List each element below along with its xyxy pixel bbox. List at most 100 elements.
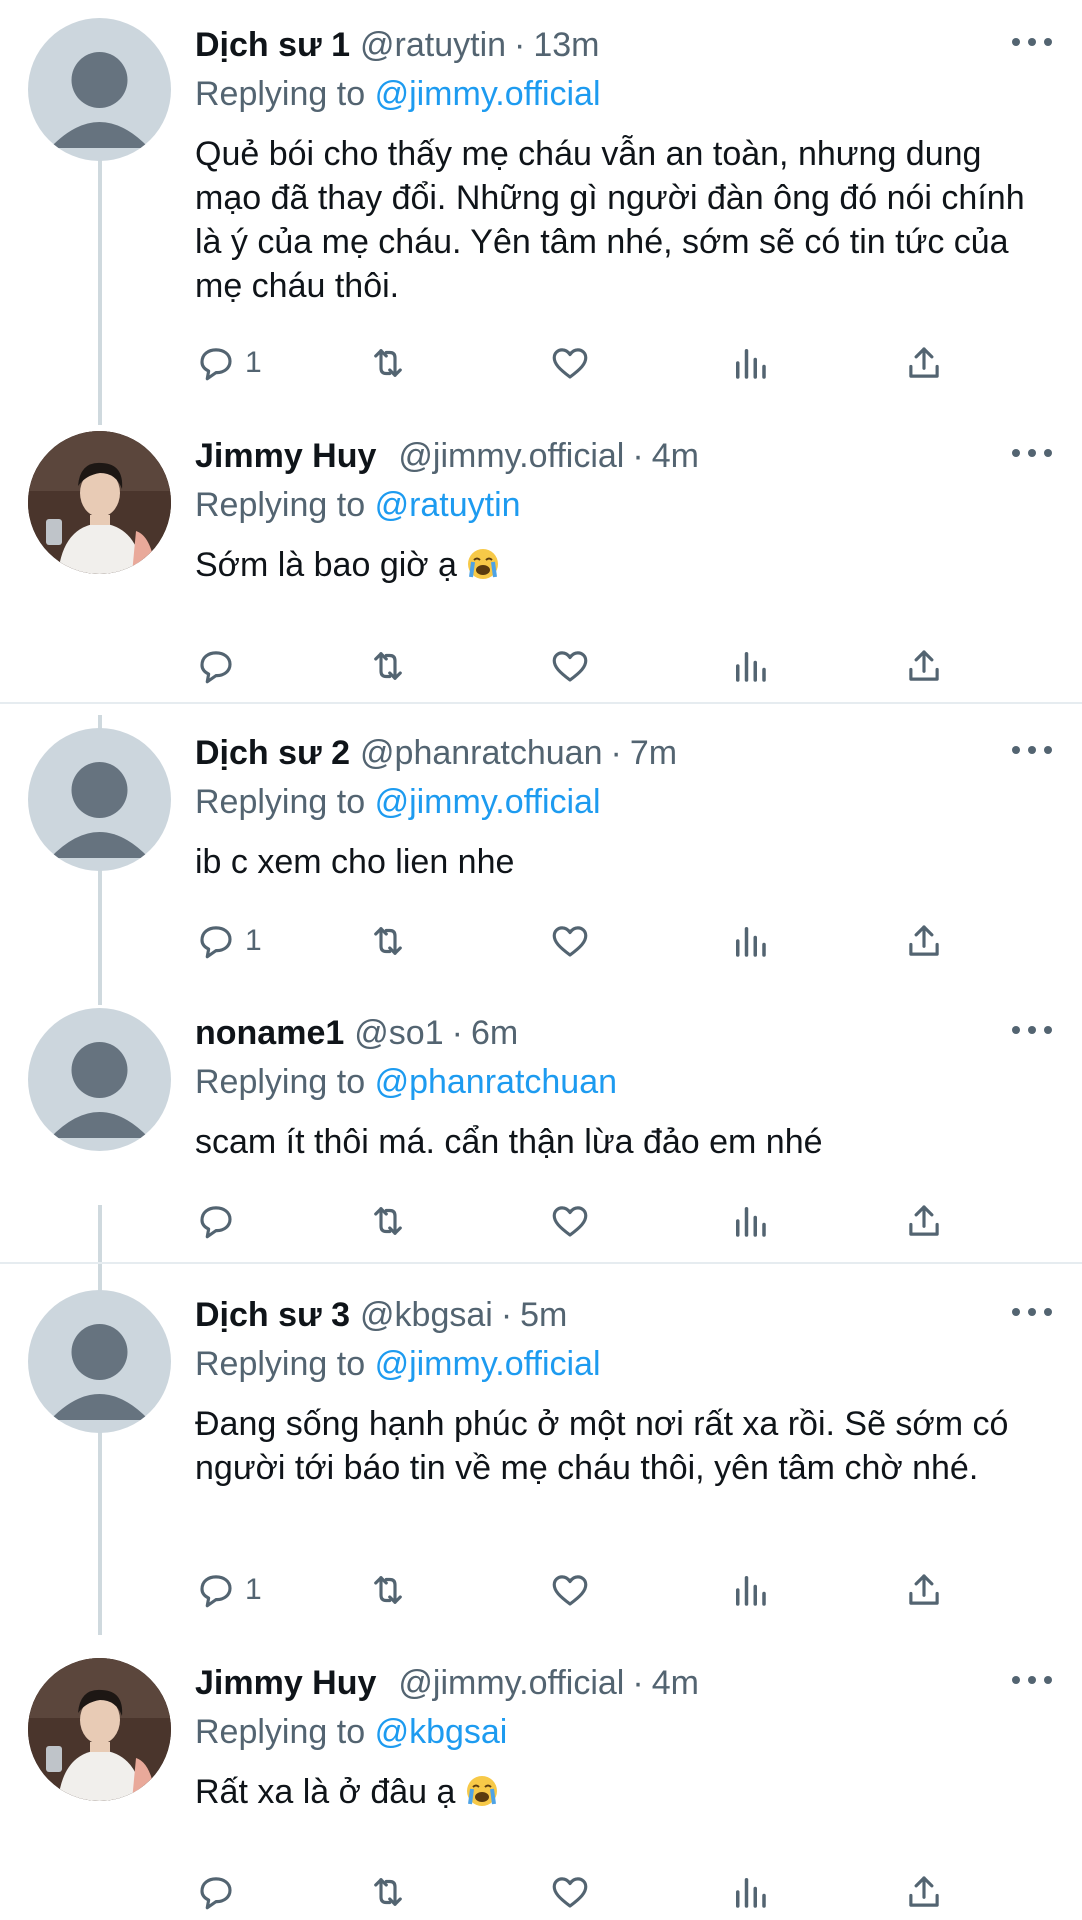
- display-name[interactable]: Dịch sư 1: [195, 26, 350, 65]
- views-button[interactable]: [729, 1565, 771, 1615]
- thread-divider: [0, 702, 1082, 704]
- more-options-icon[interactable]: [1012, 443, 1052, 463]
- action-bar: [195, 1196, 985, 1246]
- reply-button[interactable]: [195, 1867, 245, 1917]
- user-handle[interactable]: @jimmy.official: [398, 1664, 624, 1703]
- timestamp[interactable]: 4m: [652, 437, 699, 476]
- analytics-icon: [729, 1200, 771, 1242]
- replying-to: Replying to @jimmy.official: [195, 1340, 1052, 1388]
- timestamp[interactable]: 5m: [520, 1296, 567, 1335]
- reply-button[interactable]: 1: [195, 916, 262, 966]
- reply-icon: [195, 1871, 237, 1913]
- share-icon: [903, 645, 945, 687]
- avatar[interactable]: [28, 1658, 171, 1801]
- retweet-button[interactable]: [367, 641, 409, 691]
- display-name[interactable]: Dịch sư 2: [195, 734, 350, 773]
- tweet-text: Đang sống hạnh phúc ở một nơi rất xa rồi…: [195, 1405, 1009, 1487]
- mention-link[interactable]: @jimmy.official: [375, 75, 601, 113]
- retweet-button[interactable]: [367, 338, 409, 388]
- mention-link[interactable]: @jimmy.official: [375, 1345, 601, 1383]
- like-button[interactable]: [549, 916, 591, 966]
- analytics-icon: [729, 920, 771, 962]
- tweet-header: Dịch sư 1 @ratuytin · 13m: [195, 20, 1052, 70]
- heart-icon: [549, 1569, 591, 1611]
- display-name[interactable]: Dịch sư 3: [195, 1296, 350, 1335]
- share-icon: [903, 1569, 945, 1611]
- share-button[interactable]: [903, 338, 945, 388]
- avatar[interactable]: [28, 1008, 171, 1151]
- action-bar: [195, 641, 985, 691]
- display-name[interactable]: Jimmy Huy: [195, 1664, 376, 1703]
- retweet-button[interactable]: [367, 1565, 409, 1615]
- more-options-icon[interactable]: [1012, 32, 1052, 52]
- more-options-icon[interactable]: [1012, 1302, 1052, 1322]
- user-handle[interactable]: @so1: [354, 1014, 443, 1053]
- reply-button[interactable]: 1: [195, 338, 262, 388]
- replying-to-label: Replying to: [195, 1345, 366, 1383]
- views-button[interactable]: [729, 1196, 771, 1246]
- separator-dot: ·: [632, 436, 644, 475]
- timestamp[interactable]: 4m: [652, 1664, 699, 1703]
- user-handle[interactable]: @ratuytin: [360, 26, 506, 65]
- retweet-button[interactable]: [367, 916, 409, 966]
- user-handle[interactable]: @phanratchuan: [360, 734, 602, 773]
- retweet-icon: [367, 645, 409, 687]
- views-button[interactable]: [729, 1867, 771, 1917]
- like-button[interactable]: [549, 1867, 591, 1917]
- avatar[interactable]: [28, 18, 171, 161]
- display-name[interactable]: Jimmy Huy: [195, 437, 376, 476]
- display-name[interactable]: noname1: [195, 1014, 344, 1053]
- like-button[interactable]: [549, 641, 591, 691]
- analytics-icon: [729, 1569, 771, 1611]
- replying-to: Replying to @ratuytin: [195, 481, 1052, 529]
- heart-icon: [549, 645, 591, 687]
- avatar[interactable]: [28, 1290, 171, 1433]
- tweet-text: Sớm là bao giờ ạ: [195, 543, 1052, 587]
- user-handle[interactable]: @jimmy.official: [398, 437, 624, 476]
- replying-to-label: Replying to: [195, 486, 366, 524]
- avatar[interactable]: [28, 728, 171, 871]
- more-options-icon[interactable]: [1012, 740, 1052, 760]
- reply-button[interactable]: [195, 641, 245, 691]
- timestamp[interactable]: 7m: [630, 734, 677, 773]
- mention-link[interactable]: @kbgsai: [375, 1713, 508, 1751]
- action-bar: 1: [195, 916, 985, 966]
- tweet-header: Jimmy Huy @jimmy.official · 4m: [195, 431, 1052, 481]
- like-button[interactable]: [549, 1196, 591, 1246]
- timestamp[interactable]: 13m: [533, 26, 599, 65]
- views-button[interactable]: [729, 916, 771, 966]
- more-options-icon[interactable]: [1012, 1670, 1052, 1690]
- share-button[interactable]: [903, 1196, 945, 1246]
- share-icon: [903, 1200, 945, 1242]
- heart-icon: [549, 920, 591, 962]
- share-button[interactable]: [903, 1565, 945, 1615]
- replying-to-label: Replying to: [195, 75, 366, 113]
- retweet-button[interactable]: [367, 1867, 409, 1917]
- mention-link[interactable]: @ratuytin: [375, 486, 521, 524]
- reply-icon: [195, 342, 237, 384]
- mention-link[interactable]: @phanratchuan: [375, 1063, 617, 1101]
- share-icon: [903, 920, 945, 962]
- retweet-icon: [367, 342, 409, 384]
- reply-count: 1: [245, 1573, 262, 1606]
- reply-button[interactable]: [195, 1196, 245, 1246]
- like-button[interactable]: [549, 1565, 591, 1615]
- views-button[interactable]: [729, 338, 771, 388]
- views-button[interactable]: [729, 641, 771, 691]
- share-button[interactable]: [903, 641, 945, 691]
- timestamp[interactable]: 6m: [471, 1014, 518, 1053]
- reply-button[interactable]: 1: [195, 1565, 262, 1615]
- avatar[interactable]: [28, 431, 171, 574]
- replying-to-label: Replying to: [195, 1063, 366, 1101]
- mention-link[interactable]: @jimmy.official: [375, 783, 601, 821]
- share-button[interactable]: [903, 1867, 945, 1917]
- tweet-text: Quẻ bói cho thấy mẹ cháu vẫn an toàn, nh…: [195, 135, 1025, 305]
- retweet-button[interactable]: [367, 1196, 409, 1246]
- more-options-icon[interactable]: [1012, 1020, 1052, 1040]
- like-button[interactable]: [549, 338, 591, 388]
- share-button[interactable]: [903, 916, 945, 966]
- share-icon: [903, 342, 945, 384]
- user-handle[interactable]: @kbgsai: [360, 1296, 493, 1335]
- reply-icon: [195, 920, 237, 962]
- replying-to-label: Replying to: [195, 1713, 366, 1751]
